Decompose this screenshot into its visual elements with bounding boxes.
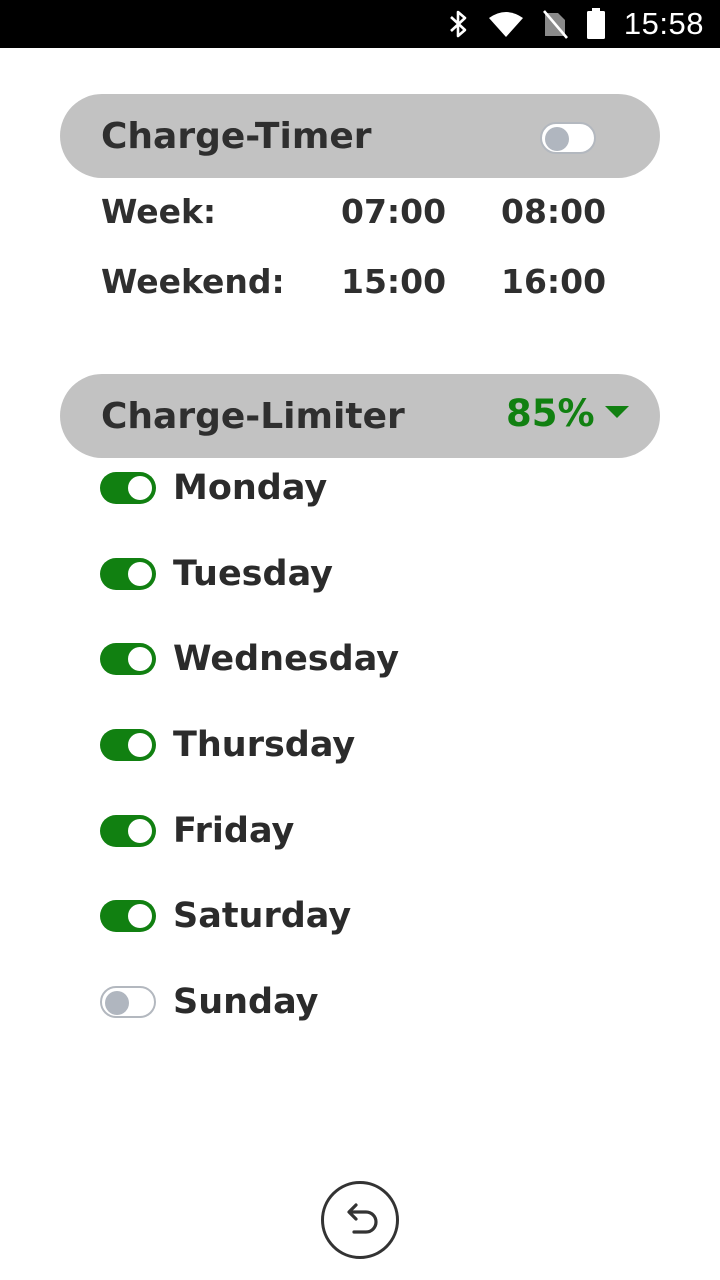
day-label: Thursday — [173, 725, 356, 765]
back-button[interactable] — [321, 1181, 399, 1259]
friday-toggle[interactable] — [100, 815, 156, 847]
day-label: Tuesday — [173, 554, 333, 594]
charge-limit-value[interactable]: 85% — [506, 392, 595, 435]
status-time: 15:58 — [623, 6, 704, 41]
wednesday-toggle[interactable] — [100, 643, 156, 675]
day-label: Sunday — [173, 982, 319, 1022]
toggle-knob — [128, 819, 152, 843]
day-row-monday: Monday — [100, 468, 500, 512]
status-bar: 15:58 — [0, 0, 720, 48]
saturday-toggle[interactable] — [100, 900, 156, 932]
timer-week-start[interactable]: 07:00 — [341, 192, 446, 231]
dropdown-caret-icon[interactable] — [605, 406, 629, 418]
back-arrow-icon — [336, 1194, 384, 1246]
toggle-knob — [128, 476, 152, 500]
toggle-knob — [128, 904, 152, 928]
timer-label-week: Week: — [101, 192, 217, 231]
battery-icon — [586, 8, 606, 40]
day-label: Friday — [173, 811, 295, 851]
wifi-icon — [488, 9, 524, 39]
day-row-tuesday: Tuesday — [100, 554, 500, 598]
day-row-saturday: Saturday — [100, 896, 500, 940]
toggle-knob — [128, 647, 152, 671]
timer-week-end[interactable]: 08:00 — [501, 192, 606, 231]
toggle-knob — [545, 127, 569, 151]
toggle-knob — [105, 991, 129, 1015]
timer-weekend-end[interactable]: 16:00 — [501, 262, 606, 301]
thursday-toggle[interactable] — [100, 729, 156, 761]
charge-timer-toggle[interactable] — [540, 122, 596, 154]
bluetooth-icon — [448, 9, 470, 39]
toggle-knob — [128, 733, 152, 757]
monday-toggle[interactable] — [100, 472, 156, 504]
no-sim-icon — [542, 9, 568, 39]
day-label: Saturday — [173, 896, 352, 936]
charge-limiter-title: Charge-Limiter — [101, 395, 405, 437]
day-row-wednesday: Wednesday — [100, 639, 500, 683]
timer-weekend-start[interactable]: 15:00 — [341, 262, 446, 301]
day-label: Monday — [173, 468, 328, 508]
timer-label-weekend: Weekend: — [101, 262, 285, 301]
day-row-sunday: Sunday — [100, 982, 500, 1026]
tuesday-toggle[interactable] — [100, 558, 156, 590]
toggle-knob — [128, 562, 152, 586]
charge-timer-title: Charge-Timer — [101, 115, 372, 157]
day-label: Wednesday — [173, 639, 400, 679]
day-row-friday: Friday — [100, 811, 500, 855]
day-row-thursday: Thursday — [100, 725, 500, 769]
sunday-toggle[interactable] — [100, 986, 156, 1018]
